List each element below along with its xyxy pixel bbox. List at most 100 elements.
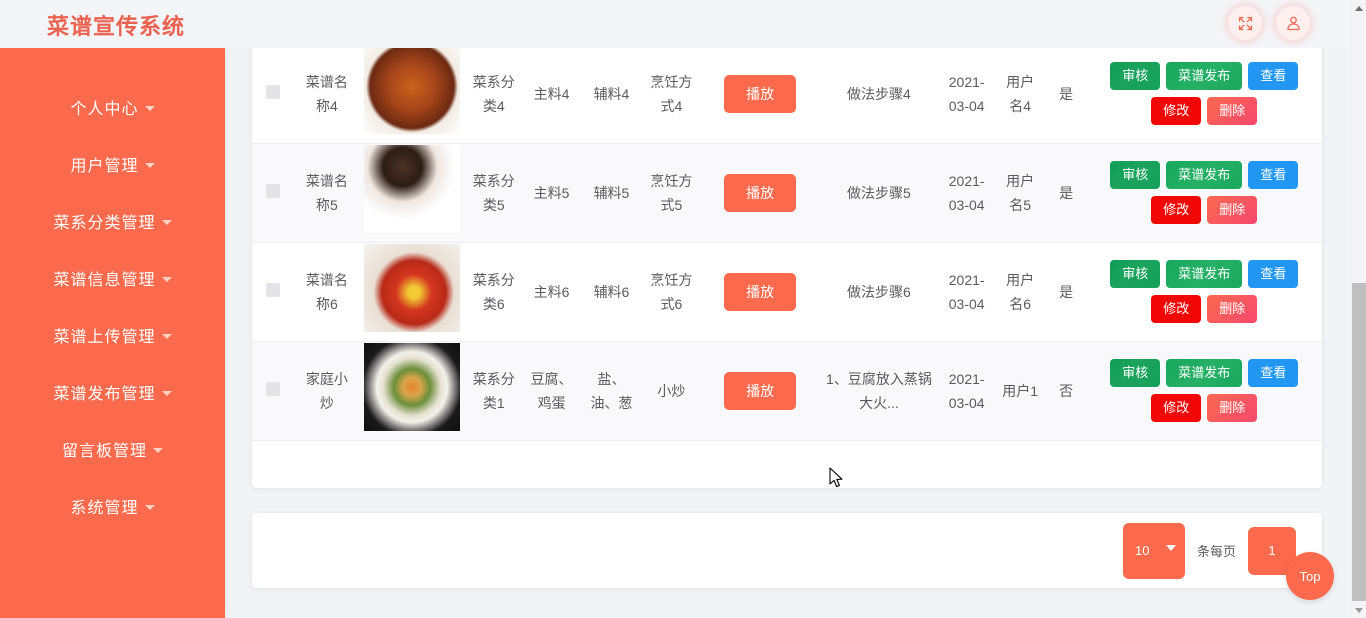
sidebar-item-user-management[interactable]: 用户管理 xyxy=(0,135,225,192)
cooking-method-line1: 烹饪方 xyxy=(650,172,693,189)
sidebar-item-recipe-info-management[interactable]: 菜谱信息管理 xyxy=(0,249,225,306)
operations-row-primary: 审核 菜谱发布 查看 xyxy=(1088,62,1320,90)
page-size-value: 10 xyxy=(1134,543,1150,558)
app-root: 菜谱宣传系统 个人中心 用户管理 菜系分类管理 菜谱信息管理 菜谱上传管理 菜谱… xyxy=(0,0,1366,618)
view-button[interactable]: 查看 xyxy=(1248,260,1299,288)
user-line1: 用户 xyxy=(1006,172,1035,189)
sidebar-item-label: 留言板管理 xyxy=(61,442,147,460)
scroll-down-arrow-icon[interactable] xyxy=(1351,602,1366,618)
cooking-method-line1: 烹饪方 xyxy=(650,271,693,288)
recipe-name-line1: 菜谱名 xyxy=(305,271,348,288)
per-page-label: 条每页 xyxy=(1196,544,1236,559)
view-button[interactable]: 查看 xyxy=(1248,161,1299,189)
recipe-name-cell: 菜谱名 称6 xyxy=(294,242,359,342)
view-button[interactable]: 查看 xyxy=(1248,62,1299,90)
row-checkbox-cell xyxy=(252,48,295,144)
publish-button[interactable]: 菜谱发布 xyxy=(1166,359,1243,387)
row-checkbox[interactable] xyxy=(266,282,281,297)
publish-button[interactable]: 菜谱发布 xyxy=(1166,161,1243,189)
delete-button[interactable]: 删除 xyxy=(1207,97,1258,125)
edit-button[interactable]: 修改 xyxy=(1151,295,1202,323)
sidebar-item-label: 菜系分类管理 xyxy=(53,214,156,232)
sidebar-item-cuisine-category-management[interactable]: 菜系分类管理 xyxy=(0,192,225,249)
table-row: 菜谱名 称4 菜系分 类4 主料4 辅料4 烹饪方 式4 播放 做法步骤4 20… xyxy=(252,48,1322,144)
play-button[interactable]: 播放 xyxy=(724,173,797,212)
date-line2: 03-04 xyxy=(948,196,985,213)
row-checkbox[interactable] xyxy=(266,84,281,99)
main-ingredient-cell: 主料5 xyxy=(521,143,582,243)
cuisine-category-cell: 菜系分 类6 xyxy=(465,242,522,342)
chevron-down-icon xyxy=(153,448,163,453)
play-button[interactable]: 播放 xyxy=(724,371,797,410)
sidebar-item-personal-center[interactable]: 个人中心 xyxy=(0,78,225,135)
recipe-thumbnail[interactable] xyxy=(364,343,461,431)
chevron-down-icon xyxy=(161,334,172,339)
scroll-up-arrow-icon[interactable] xyxy=(1351,0,1366,16)
publish-button[interactable]: 菜谱发布 xyxy=(1166,62,1243,90)
sidebar-item-label: 个人中心 xyxy=(70,100,139,118)
review-button[interactable]: 审核 xyxy=(1110,260,1161,288)
play-button[interactable]: 播放 xyxy=(724,272,797,311)
chevron-down-icon xyxy=(1165,544,1176,551)
recipe-thumbnail-cell xyxy=(358,143,466,243)
sidebar-nav: 个人中心 用户管理 菜系分类管理 菜谱信息管理 菜谱上传管理 菜谱发布管理 留言… xyxy=(0,48,225,618)
user-cell: 用户 名4 xyxy=(994,48,1046,144)
delete-button[interactable]: 删除 xyxy=(1207,295,1258,323)
back-to-top-button[interactable]: Top xyxy=(1286,552,1334,600)
published-cell: 是 xyxy=(1045,48,1087,144)
play-cell: 播放 xyxy=(701,242,820,342)
user-avatar-icon[interactable] xyxy=(1276,6,1310,40)
user-line1: 用户 xyxy=(1006,73,1035,90)
operations-cell: 审核 菜谱发布 查看 修改 删除 xyxy=(1086,341,1322,441)
user-cell: 用户 名5 xyxy=(994,143,1046,243)
delete-button[interactable]: 删除 xyxy=(1207,394,1258,422)
recipe-name-cell: 菜谱名 称5 xyxy=(294,143,359,243)
edit-button[interactable]: 修改 xyxy=(1151,196,1202,224)
side-ingredient-cell: 盐、 油、葱 xyxy=(581,341,642,441)
play-cell: 播放 xyxy=(701,143,820,243)
recipe-thumbnail[interactable] xyxy=(364,48,461,134)
fullscreen-icon[interactable] xyxy=(1228,6,1262,40)
recipe-name-line2: 称6 xyxy=(315,295,338,312)
recipe-thumbnail[interactable] xyxy=(364,244,461,332)
chevron-down-icon xyxy=(161,277,172,282)
cuisine-category-line1: 菜系分 xyxy=(472,172,515,189)
cooking-method-line1: 烹饪方 xyxy=(650,73,693,90)
operations-row-secondary: 修改 删除 xyxy=(1088,394,1320,422)
steps-cell: 做法步骤6 xyxy=(819,242,939,342)
view-button[interactable]: 查看 xyxy=(1248,359,1299,387)
app-header: 菜谱宣传系统 xyxy=(0,0,1350,48)
row-checkbox[interactable] xyxy=(266,183,281,198)
chevron-down-icon xyxy=(161,391,172,396)
side-ingredient-cell: 辅料4 xyxy=(581,48,642,144)
delete-button[interactable]: 删除 xyxy=(1207,196,1258,224)
row-checkbox[interactable] xyxy=(266,381,281,396)
recipe-name-line1: 菜谱名 xyxy=(305,172,348,189)
scrollbar-thumb[interactable] xyxy=(1352,283,1366,601)
date-cell: 2021- 03-04 xyxy=(938,143,995,243)
pagination-card: 10 条每页 1 xyxy=(252,513,1322,588)
recipe-thumbnail-cell xyxy=(358,48,466,144)
chevron-down-icon xyxy=(161,220,172,225)
recipe-name-line2: 称4 xyxy=(315,97,338,114)
play-button[interactable]: 播放 xyxy=(724,74,797,113)
review-button[interactable]: 审核 xyxy=(1110,161,1161,189)
review-button[interactable]: 审核 xyxy=(1110,359,1161,387)
steps-cell: 1、豆腐放入蒸锅 大火... xyxy=(819,341,939,441)
publish-button[interactable]: 菜谱发布 xyxy=(1166,260,1243,288)
sidebar-item-system-management[interactable]: 系统管理 xyxy=(0,477,225,534)
vertical-scrollbar[interactable] xyxy=(1350,0,1366,618)
operations-row-secondary: 修改 删除 xyxy=(1088,196,1320,224)
operations-row-primary: 审核 菜谱发布 查看 xyxy=(1088,260,1320,288)
review-button[interactable]: 审核 xyxy=(1110,62,1161,90)
page-size-select[interactable]: 10 xyxy=(1122,522,1185,579)
recipe-name-line1: 家庭小 xyxy=(305,370,348,387)
sidebar-item-message-board-management[interactable]: 留言板管理 xyxy=(0,420,225,477)
header-icon-group xyxy=(1228,6,1310,40)
recipe-thumbnail[interactable] xyxy=(364,145,461,233)
sidebar-item-recipe-upload-management[interactable]: 菜谱上传管理 xyxy=(0,306,225,363)
edit-button[interactable]: 修改 xyxy=(1151,394,1202,422)
sidebar-item-recipe-publish-management[interactable]: 菜谱发布管理 xyxy=(0,363,225,420)
user-line2: 名6 xyxy=(1009,295,1032,312)
edit-button[interactable]: 修改 xyxy=(1151,97,1202,125)
